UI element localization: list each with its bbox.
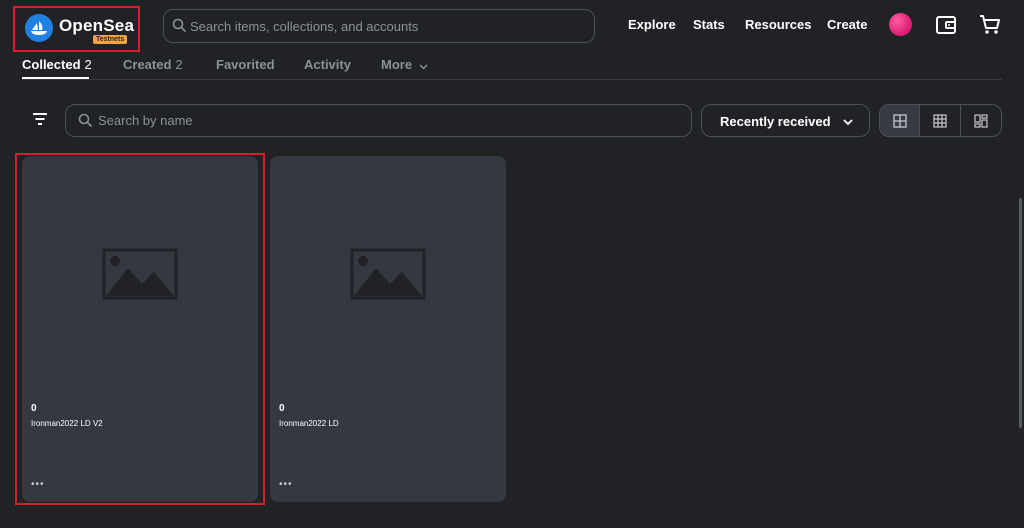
tab-label: Created [123,57,172,72]
profile-avatar[interactable] [889,13,912,36]
more-options-icon[interactable]: ••• [31,479,45,490]
nav-stats[interactable]: Stats [693,17,725,32]
tab-more[interactable]: More [381,57,428,73]
image-placeholder-icon [270,156,506,392]
tab-label: Favorited [216,57,275,72]
tab-count: 2 [84,57,92,72]
tab-count: 2 [175,57,183,72]
active-tab-indicator [22,77,89,79]
top-header: OpenSea Testnets Explore Stats Resources… [0,0,1024,52]
image-placeholder-icon [22,156,258,392]
card-title: Ironman2022 LD [279,419,339,428]
testnets-badge: Testnets [93,35,128,44]
opensea-logo-link[interactable]: OpenSea Testnets [13,6,140,52]
sort-dropdown[interactable]: Recently received [701,104,870,137]
search-icon [172,18,186,37]
chevron-down-icon [842,115,854,133]
global-search-box[interactable] [163,9,595,43]
tabs-divider [22,79,1002,80]
nav-create[interactable]: Create [827,17,867,32]
logo-text: OpenSea [59,16,135,35]
filter-icon[interactable] [30,112,50,130]
tab-activity[interactable]: Activity [304,57,351,72]
tab-label: More [381,57,413,72]
nav-resources[interactable]: Resources [745,17,811,32]
item-search-input[interactable] [98,105,678,136]
wallet-icon[interactable] [935,14,957,36]
item-search-box[interactable] [65,104,692,137]
opensea-logo-icon [25,14,53,42]
tab-label: Activity [304,57,351,72]
chevron-down-icon [419,58,428,73]
nav-explore[interactable]: Explore [628,17,676,32]
page-scrollbar[interactable] [1019,198,1022,428]
view-toggle-group [879,104,1002,137]
nft-card[interactable]: 0 Ironman2022 LD V2 ••• [22,156,258,502]
tab-collected[interactable]: Collected 2 [22,57,92,72]
nft-card[interactable]: 0 Ironman2022 LD ••• [270,156,506,502]
grid-mixed-icon[interactable] [961,105,1001,136]
global-search-input[interactable] [190,10,590,42]
card-price: 0 [31,403,37,414]
grid-small-icon[interactable] [920,105,961,136]
cart-icon[interactable] [979,14,1001,36]
tab-created[interactable]: Created 2 [123,57,183,72]
sort-label: Recently received [720,114,831,129]
card-title: Ironman2022 LD V2 [31,419,103,428]
more-options-icon[interactable]: ••• [279,479,293,490]
grid-large-icon[interactable] [880,105,921,136]
tab-favorited[interactable]: Favorited [216,57,275,72]
tab-label: Collected [22,57,81,72]
search-icon [78,113,92,132]
card-price: 0 [279,403,285,414]
